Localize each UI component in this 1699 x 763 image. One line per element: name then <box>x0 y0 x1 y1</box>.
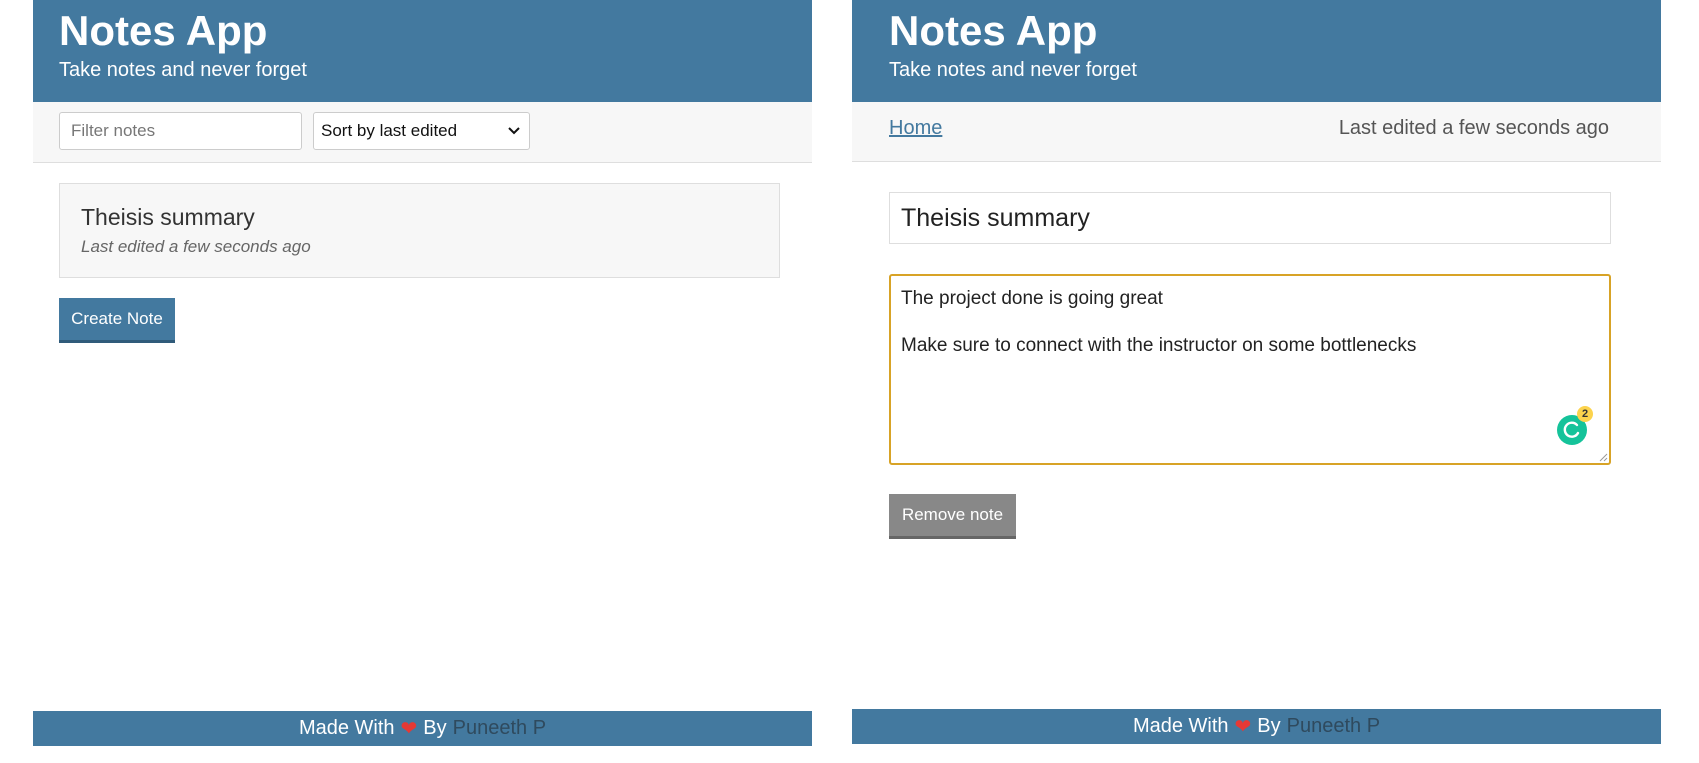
footer-author: Puneeth P <box>452 717 547 739</box>
footer-made-with: Made With <box>298 717 395 739</box>
footer-by: By <box>1257 715 1281 737</box>
note-last-edited: Last edited a few seconds ago <box>81 237 311 256</box>
sort-select-value: Sort by last edited <box>321 121 458 140</box>
note-title: Theisis summary <box>81 204 255 230</box>
filter-notes-input[interactable] <box>59 112 302 150</box>
assistant-badge: 2 <box>1577 406 1593 422</box>
notes-list-view: Notes App Take notes and never forget So… <box>33 0 812 746</box>
app-subtitle: Take notes and never forget <box>59 59 307 81</box>
app-title: Notes App <box>889 7 1098 54</box>
note-title-input[interactable] <box>889 192 1611 244</box>
app-header: Notes App Take notes and never forget <box>852 0 1661 102</box>
heart-icon: ❤ <box>400 717 418 740</box>
app-subtitle: Take notes and never forget <box>889 59 1137 81</box>
footer: Made With ❤ By Puneeth P <box>852 709 1661 744</box>
last-edited-text: Last edited a few seconds ago <box>1338 117 1609 139</box>
actions-bar: Sort by last edited <box>33 102 812 163</box>
note-edit-view: Notes App Take notes and never forget Ho… <box>852 0 1661 744</box>
note-body-textarea[interactable]: The project done is going great Make sur… <box>889 274 1611 465</box>
heart-icon: ❤ <box>1234 715 1252 738</box>
writing-assistant-icon[interactable]: 2 <box>1557 406 1593 445</box>
chevron-down-icon <box>507 113 521 149</box>
footer: Made With ❤ By Puneeth P <box>33 711 812 746</box>
footer-made-with: Made With <box>1132 715 1229 737</box>
footer-by: By <box>423 717 447 739</box>
remove-note-button[interactable]: Remove note <box>889 494 1016 539</box>
note-body-line: The project done is going great <box>901 288 1163 309</box>
app-header: Notes App Take notes and never forget <box>33 0 812 102</box>
resize-handle-icon[interactable] <box>1598 452 1608 462</box>
create-note-button[interactable]: Create Note <box>59 298 175 343</box>
footer-author: Puneeth P <box>1286 715 1381 737</box>
note-body-line: Make sure to connect with the instructor… <box>901 335 1417 356</box>
home-link[interactable]: Home <box>889 117 942 140</box>
note-list-item[interactable]: Theisis summary Last edited a few second… <box>59 183 780 278</box>
app-title: Notes App <box>59 7 268 54</box>
sort-select[interactable]: Sort by last edited <box>313 112 530 150</box>
